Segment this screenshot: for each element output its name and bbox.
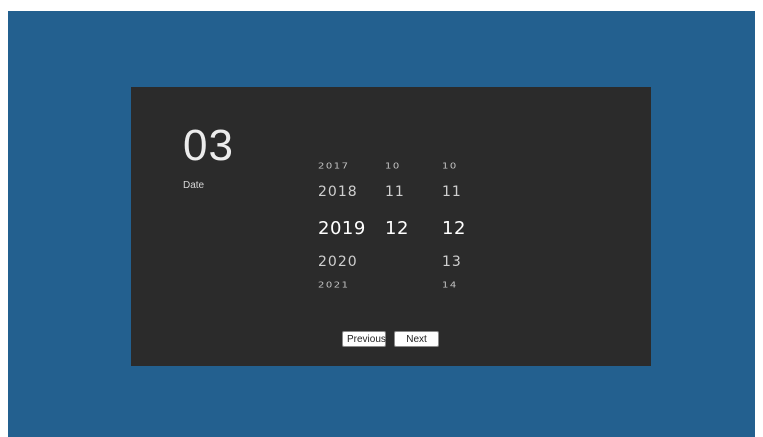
year-option[interactable]: 2020 xyxy=(318,254,358,270)
day-option[interactable]: 13 xyxy=(442,254,462,270)
step-label: Date xyxy=(183,180,205,191)
day-option[interactable]: 14 xyxy=(442,281,458,289)
month-option-selected[interactable]: 12 xyxy=(385,218,409,239)
year-option[interactable]: 2021 xyxy=(318,281,349,289)
month-option[interactable]: 11 xyxy=(385,184,405,200)
day-option[interactable]: 10 xyxy=(442,162,458,170)
year-option[interactable]: 2017 xyxy=(318,162,349,170)
next-button[interactable]: Next xyxy=(394,331,439,347)
day-option[interactable]: 11 xyxy=(442,184,462,200)
year-option-selected[interactable]: 2019 xyxy=(318,218,366,239)
month-option[interactable]: 10 xyxy=(385,162,401,170)
year-option[interactable]: 2018 xyxy=(318,184,358,200)
previous-button[interactable]: Previous xyxy=(342,331,386,347)
day-wheel[interactable]: 10 11 12 13 14 xyxy=(442,156,512,296)
year-wheel[interactable]: 2017 2018 2019 2020 2021 xyxy=(318,156,388,296)
day-option-selected[interactable]: 12 xyxy=(442,218,466,239)
step-number: 03 xyxy=(183,121,234,170)
